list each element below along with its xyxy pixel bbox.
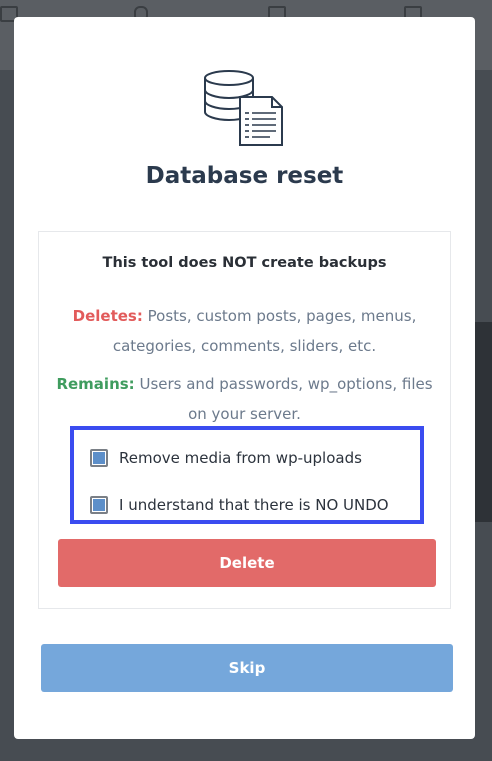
no-undo-checkbox[interactable] <box>90 496 108 514</box>
background-panel <box>474 322 492 522</box>
skip-button[interactable]: Skip <box>41 644 453 692</box>
remove-media-checkbox[interactable] <box>90 449 108 467</box>
deletes-description: Deletes: Posts, custom posts, pages, men… <box>53 301 436 361</box>
delete-button[interactable]: Delete <box>58 539 436 587</box>
remains-description: Remains: Users and passwords, wp_options… <box>53 369 436 429</box>
options-highlight: Remove media from wp-uploads I understan… <box>70 426 424 524</box>
deletes-text: Posts, custom posts, pages, menus, categ… <box>112 307 417 355</box>
deletes-label: Deletes: <box>72 307 143 325</box>
modal-title: Database reset <box>145 163 344 189</box>
database-reset-modal: Database reset This tool does NOT create… <box>14 17 475 739</box>
no-undo-option[interactable]: I understand that there is NO UNDO <box>90 493 389 517</box>
backup-warning: This tool does NOT create backups <box>102 255 387 271</box>
remove-media-label: Remove media from wp-uploads <box>119 449 362 467</box>
remains-label: Remains: <box>56 375 135 393</box>
reset-info-panel: This tool does NOT create backups Delete… <box>38 231 451 609</box>
remains-text: Users and passwords, wp_options, files o… <box>139 375 433 423</box>
no-undo-label: I understand that there is NO UNDO <box>119 496 389 514</box>
remove-media-option[interactable]: Remove media from wp-uploads <box>90 446 362 470</box>
database-document-icon <box>204 70 283 146</box>
